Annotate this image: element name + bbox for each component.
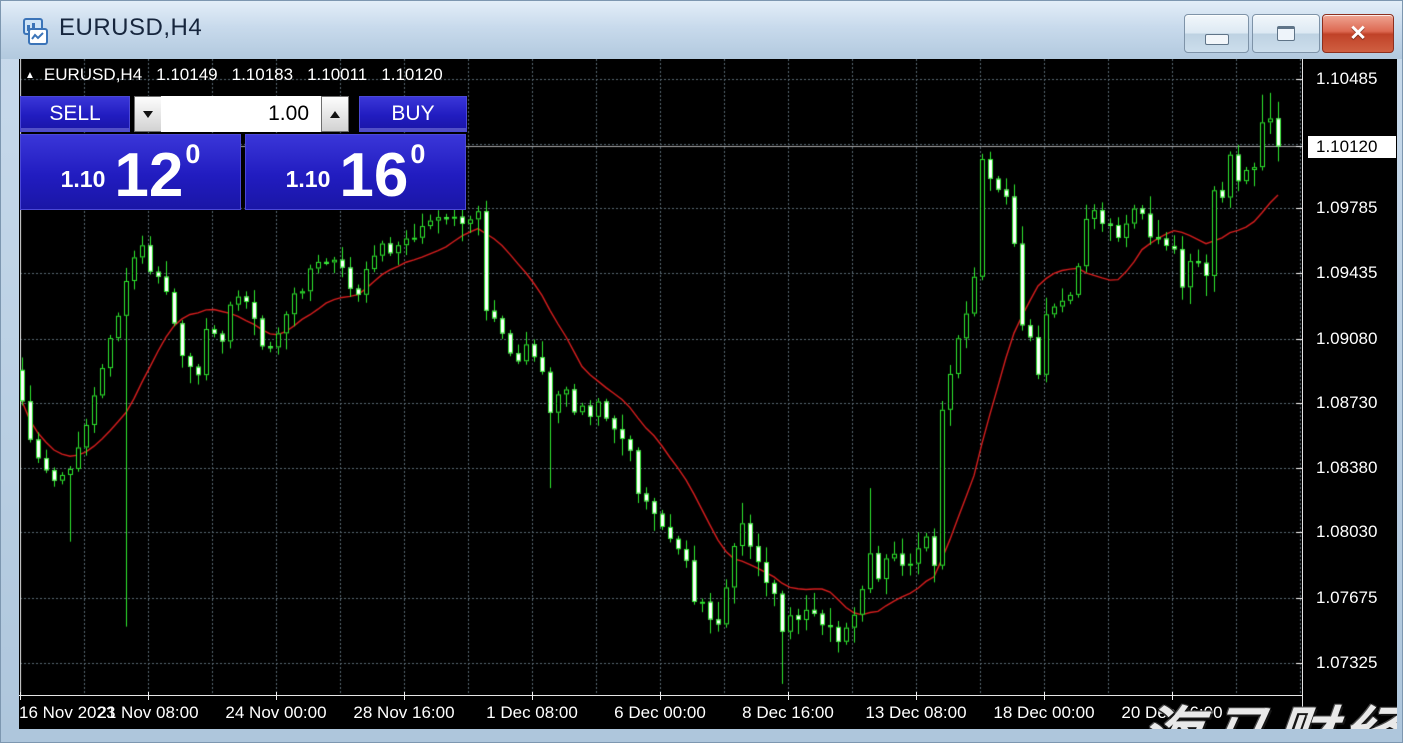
time-axis-label: 28 Nov 16:00	[353, 703, 454, 723]
ohlc-info-row: ▲ EURUSD,H4 1.10149 1.10183 1.10011 1.10…	[25, 65, 457, 85]
price-axis-label: 1.08730	[1316, 394, 1377, 412]
volume-input[interactable]	[161, 96, 321, 132]
time-axis-label: 21 Nov 08:00	[97, 703, 198, 723]
chart-window-icon[interactable]	[21, 18, 49, 46]
buy-pips: 16	[339, 152, 408, 200]
sell-pips: 12	[114, 152, 183, 200]
price-axis-label: 1.10485	[1316, 70, 1377, 88]
time-axis-label: 13 Dec 08:00	[865, 703, 966, 723]
chart-window: EURUSD,H4 ✕ ▲ EURUSD,H4 1.10149 1.10183 …	[0, 0, 1403, 743]
price-axis-label: 1.09435	[1316, 264, 1377, 282]
sell-button[interactable]: SELL	[20, 96, 130, 132]
price-axis[interactable]: 1.10120 1.10485 1.09785 1.09435 1.09080 1.08…	[1302, 59, 1397, 729]
window-title: EURUSD,H4	[59, 14, 202, 42]
close-button[interactable]: ✕	[1322, 14, 1394, 53]
sell-price-pane[interactable]: 1.10 12 0	[20, 134, 241, 210]
minimize-button[interactable]	[1184, 14, 1249, 53]
time-axis-tick	[276, 692, 277, 700]
time-axis[interactable]: 16 Nov 202321 Nov 08:0024 Nov 00:0028 No…	[19, 695, 1303, 729]
volume-increase-button[interactable]	[321, 96, 349, 132]
minimize-icon	[1205, 34, 1229, 45]
sell-big-figure: 1.10	[61, 166, 106, 193]
ohlc-high: 1.10183	[232, 65, 293, 85]
close-icon: ✕	[1349, 23, 1367, 44]
time-axis-tick	[20, 692, 21, 700]
price-axis-label: 1.07675	[1316, 589, 1377, 607]
time-axis-label: 24 Nov 00:00	[225, 703, 326, 723]
buy-big-figure: 1.10	[286, 166, 331, 193]
watermark-brand: 海马财经	[1136, 687, 1397, 729]
price-axis-label: 1.08380	[1316, 459, 1377, 477]
buy-button[interactable]: BUY	[359, 96, 467, 132]
time-axis-tick	[916, 692, 917, 700]
time-axis-tick	[532, 692, 533, 700]
volume-decrease-button[interactable]	[134, 96, 162, 132]
time-axis-label: 8 Dec 16:00	[742, 703, 834, 723]
price-axis-label: 1.08030	[1316, 523, 1377, 541]
ohlc-close: 1.10120	[381, 65, 442, 85]
maximize-button[interactable]	[1252, 14, 1320, 53]
maximize-icon	[1277, 26, 1295, 41]
time-axis-tick	[1044, 692, 1045, 700]
ohlc-symbol: EURUSD,H4	[44, 65, 142, 85]
time-axis-label: 6 Dec 00:00	[614, 703, 706, 723]
title-bar[interactable]: EURUSD,H4 ✕	[1, 1, 1402, 59]
sell-pipette: 0	[185, 139, 200, 170]
time-axis-tick	[148, 692, 149, 700]
buy-pipette: 0	[410, 139, 425, 170]
ohlc-low: 1.10011	[307, 65, 367, 85]
chart-area[interactable]: ▲ EURUSD,H4 1.10149 1.10183 1.10011 1.10…	[19, 59, 1397, 729]
current-price-box: 1.10120	[1308, 136, 1396, 158]
buy-price-pane[interactable]: 1.10 16 0	[245, 134, 466, 210]
chevron-down-icon	[143, 111, 153, 118]
time-axis-tick	[788, 692, 789, 700]
chevron-up-icon	[330, 111, 340, 118]
collapse-panel-icon[interactable]: ▲	[25, 70, 35, 81]
time-axis-tick	[660, 692, 661, 700]
time-axis-label: 18 Dec 00:00	[993, 703, 1094, 723]
time-axis-label: 1 Dec 08:00	[486, 703, 578, 723]
price-axis-label: 1.09080	[1316, 330, 1377, 348]
price-axis-label: 1.09785	[1316, 199, 1377, 217]
one-click-trading-panel: SELL BUY 1.10 12 0 1.10 16 0	[20, 96, 467, 210]
time-axis-tick	[404, 692, 405, 700]
ohlc-open: 1.10149	[156, 65, 217, 85]
price-axis-label: 1.07325	[1316, 654, 1377, 672]
